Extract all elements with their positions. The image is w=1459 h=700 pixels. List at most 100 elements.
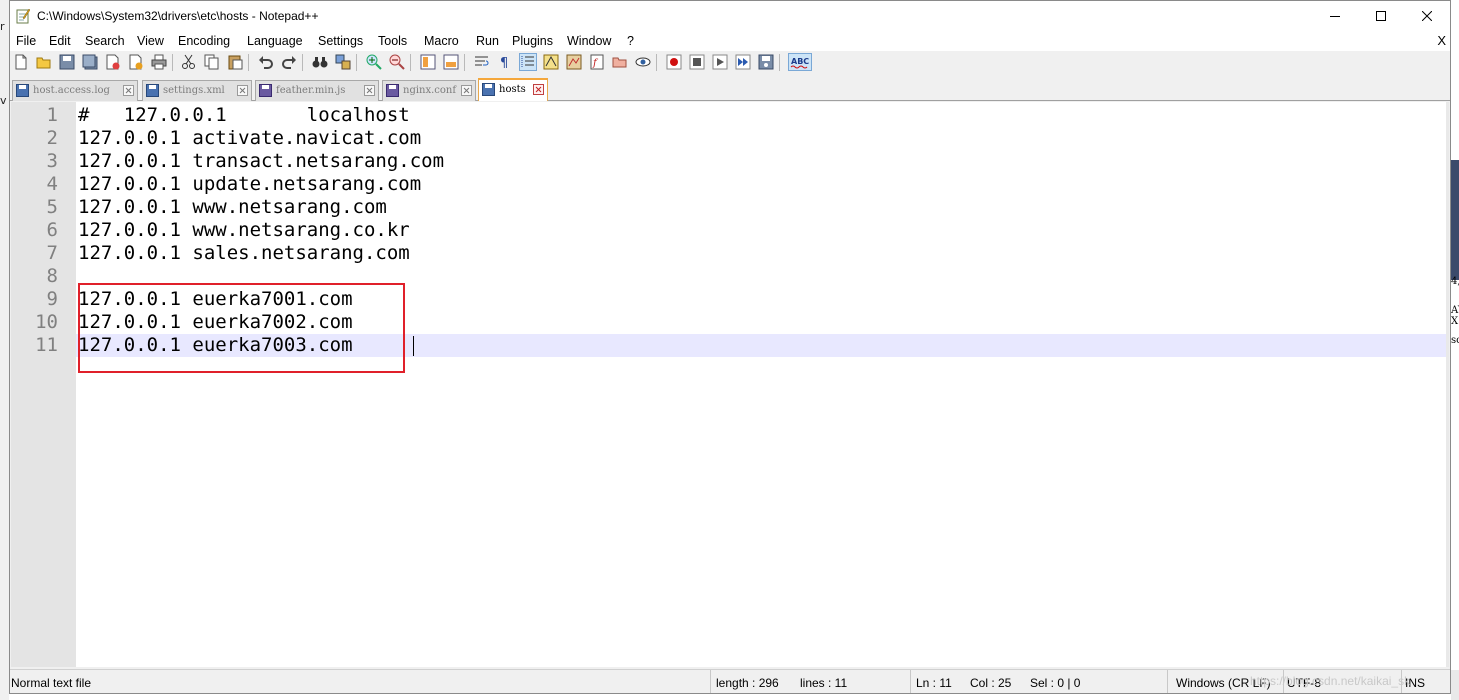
sync-horizontal-button[interactable] — [443, 54, 459, 70]
text-editor[interactable]: 1 2 3 4 5 6 7 8 9 10 11 # 127.0.0.1 loca… — [11, 102, 1449, 667]
status-bar: Normal text file length : 296 lines : 11… — [10, 669, 1450, 693]
sync-vertical-button[interactable] — [420, 54, 436, 70]
paste-button[interactable] — [227, 54, 243, 70]
document-map-button[interactable] — [566, 54, 582, 70]
save-macro-button[interactable] — [758, 54, 774, 70]
menu-encoding[interactable]: Encoding — [178, 34, 230, 48]
menu-settings[interactable]: Settings — [318, 34, 363, 48]
annotation-highlight-box — [78, 283, 405, 373]
background-window-edge — [1451, 160, 1459, 280]
spell-check-icon: ABC — [790, 57, 809, 69]
desktop-background-right: 4, AY X so — [1451, 0, 1459, 700]
title-bar[interactable]: C:\Windows\System32\drivers\etc\hosts - … — [10, 1, 1450, 31]
tab-host-access-log[interactable]: host.access.log — [12, 80, 138, 101]
spell-check-button[interactable]: ABC — [788, 53, 812, 71]
background-text-fragment: X — [1451, 316, 1459, 327]
close-all-icon — [129, 54, 143, 70]
saved-disk-icon — [146, 84, 159, 97]
print-icon — [151, 54, 167, 70]
cut-button[interactable] — [181, 54, 197, 70]
tab-label: feather.min.js — [276, 85, 346, 96]
stop-macro-button[interactable] — [689, 54, 705, 70]
menu-run[interactable]: Run — [476, 34, 499, 48]
tab-label: hosts — [499, 84, 526, 95]
tab-close-icon[interactable] — [123, 85, 134, 96]
tab-feather-min-js[interactable]: feather.min.js — [255, 80, 379, 101]
close-all-button[interactable] — [128, 54, 144, 70]
notepad-app-icon — [16, 8, 30, 24]
menu-window[interactable]: Window — [567, 34, 611, 48]
code-line: 127.0.0.1 update.netsarang.com — [78, 173, 422, 195]
toolbar-separator — [779, 54, 780, 71]
monitoring-button[interactable] — [635, 54, 651, 70]
line-number-gutter: 1 2 3 4 5 6 7 8 9 10 11 — [11, 102, 76, 667]
zoom-out-button[interactable] — [389, 54, 405, 70]
replace-button[interactable] — [335, 54, 351, 70]
line-number: 5 — [46, 196, 58, 218]
menu-view[interactable]: View — [137, 34, 164, 48]
new-file-icon — [15, 54, 27, 70]
function-list-icon: f — [590, 54, 604, 70]
replace-icon — [335, 54, 351, 70]
close-button[interactable] — [1404, 1, 1450, 31]
menu-plugins[interactable]: Plugins — [512, 34, 553, 48]
zoom-in-button[interactable] — [366, 54, 382, 70]
save-all-button[interactable] — [82, 54, 98, 70]
sync-vertical-icon — [420, 54, 436, 70]
open-file-button[interactable] — [36, 54, 52, 70]
print-button[interactable] — [151, 54, 167, 70]
text-caret — [413, 336, 414, 356]
menu-macro[interactable]: Macro — [424, 34, 459, 48]
code-line: 127.0.0.1 transact.netsarang.com — [78, 150, 445, 172]
word-wrap-button[interactable] — [474, 54, 490, 70]
menu-edit[interactable]: Edit — [49, 34, 71, 48]
copy-button[interactable] — [204, 54, 220, 70]
new-file-button[interactable] — [13, 54, 29, 70]
save-button[interactable] — [59, 54, 75, 70]
run-macro-multiple-button[interactable] — [735, 54, 751, 70]
notepadpp-window: C:\Windows\System32\drivers\etc\hosts - … — [9, 0, 1451, 694]
close-document-button[interactable]: X — [1437, 33, 1446, 48]
menu-tools[interactable]: Tools — [378, 34, 407, 48]
record-macro-button[interactable] — [666, 54, 682, 70]
line-number: 10 — [35, 311, 58, 333]
maximize-button[interactable] — [1358, 1, 1404, 31]
redo-button[interactable] — [281, 54, 297, 70]
background-text-fragment: 4, — [1451, 276, 1459, 287]
tab-hosts[interactable]: hosts — [478, 78, 548, 101]
toolbar-separator — [356, 54, 357, 71]
menu-language[interactable]: Language — [247, 34, 303, 48]
close-file-button[interactable] — [105, 54, 121, 70]
minimize-button[interactable] — [1312, 1, 1358, 31]
code-line: 127.0.0.1 www.netsarang.co.kr — [78, 219, 410, 241]
undo-button[interactable] — [258, 54, 274, 70]
tab-nginx-conf[interactable]: nginx.conf — [382, 80, 476, 101]
show-all-characters-button[interactable]: ¶ — [497, 54, 513, 70]
menu-help[interactable]: ? — [627, 34, 634, 48]
tab-close-icon[interactable] — [364, 85, 375, 96]
tab-close-icon[interactable] — [237, 85, 248, 96]
tab-close-icon[interactable] — [461, 85, 472, 96]
toolbar-separator — [172, 54, 173, 71]
tab-close-icon[interactable] — [533, 84, 544, 95]
indent-guide-button[interactable] — [519, 53, 537, 71]
background-text-fragment: AY — [1451, 305, 1459, 316]
copy-icon — [204, 54, 219, 70]
save-icon — [59, 54, 75, 70]
menu-search[interactable]: Search — [85, 34, 125, 48]
folder-as-workspace-button[interactable] — [612, 54, 628, 70]
vertical-scrollbar[interactable] — [1446, 102, 1449, 667]
line-number: 3 — [46, 150, 58, 172]
line-number: 1 — [46, 104, 58, 126]
find-button[interactable] — [312, 54, 328, 70]
line-number: 7 — [46, 242, 58, 264]
maximize-icon — [1376, 11, 1386, 21]
document-map-icon — [566, 54, 582, 70]
menu-file[interactable]: File — [16, 34, 36, 48]
close-icon — [1422, 11, 1432, 21]
line-number: 6 — [46, 219, 58, 241]
user-defined-language-button[interactable] — [543, 54, 559, 70]
function-list-button[interactable]: f — [589, 54, 605, 70]
tab-settings-xml[interactable]: settings.xml — [142, 80, 252, 101]
playback-macro-button[interactable] — [712, 54, 728, 70]
